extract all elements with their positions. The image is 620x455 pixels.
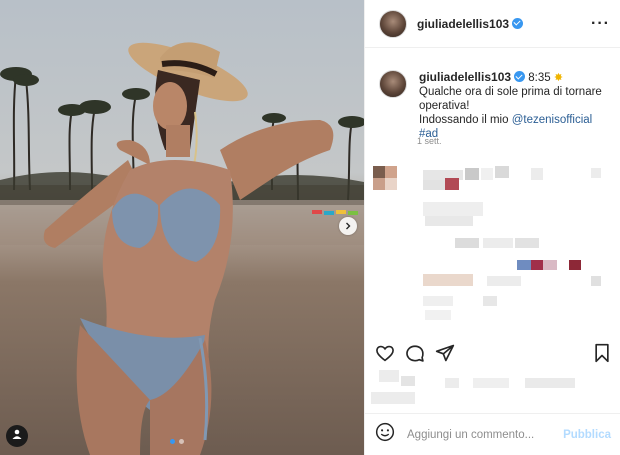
tagged-users-button[interactable] (6, 425, 28, 447)
share-plane-icon[interactable] (435, 343, 455, 363)
user-tag-icon (11, 427, 23, 445)
caption-text: giuliadelellis103 8:35 ✸ Qualche ora di … (419, 70, 611, 141)
caption-line-1: Qualche ora di sole prima di tornare (419, 86, 602, 98)
username-text[interactable]: giuliadelellis103 (417, 17, 509, 31)
verified-badge-icon (514, 71, 526, 82)
caption-username[interactable]: giuliadelellis103 (419, 70, 511, 84)
caption-line-3: Indossando il mio (419, 114, 509, 126)
instagram-post-modal: giuliadelellis103 ··· giuliadelellis103 … (0, 0, 620, 455)
carousel-dot (179, 439, 184, 444)
post-actions (365, 338, 620, 368)
comment-bubble-icon[interactable] (405, 343, 425, 363)
carousel-dot (170, 439, 175, 444)
caption-line-2: operativa! (419, 100, 470, 112)
post-caption: giuliadelellis103 8:35 ✸ Qualche ora di … (379, 70, 611, 141)
post-sidebar: giuliadelellis103 ··· giuliadelellis103 … (364, 0, 620, 455)
publish-button[interactable]: Pubblica (563, 429, 611, 441)
verified-badge-icon (512, 17, 524, 29)
avatar[interactable] (379, 9, 407, 38)
like-heart-icon[interactable] (375, 344, 395, 362)
add-comment-bar: Pubblica (365, 413, 620, 455)
next-slide-button[interactable] (339, 217, 357, 235)
sun-emoji-icon: ✸ (553, 72, 564, 84)
post-photo[interactable] (0, 0, 364, 455)
mention-link[interactable]: @tezenisofficial (512, 114, 593, 126)
model-figure (43, 42, 334, 455)
carousel-indicator (170, 439, 184, 444)
comment-input[interactable] (405, 427, 564, 442)
username-link[interactable]: giuliadelellis103 (417, 17, 524, 31)
censored-likes (365, 368, 620, 408)
post-age: 1 sett. (417, 136, 442, 146)
emoji-icon[interactable] (375, 422, 395, 447)
more-options-icon[interactable]: ··· (591, 15, 610, 33)
caption-time: 8:35 (528, 72, 551, 84)
caption-avatar[interactable] (379, 70, 407, 98)
post-header: giuliadelellis103 ··· (365, 0, 620, 48)
bookmark-icon[interactable] (593, 343, 611, 363)
censored-comments (365, 150, 620, 330)
next-arrow-icon (344, 217, 352, 235)
